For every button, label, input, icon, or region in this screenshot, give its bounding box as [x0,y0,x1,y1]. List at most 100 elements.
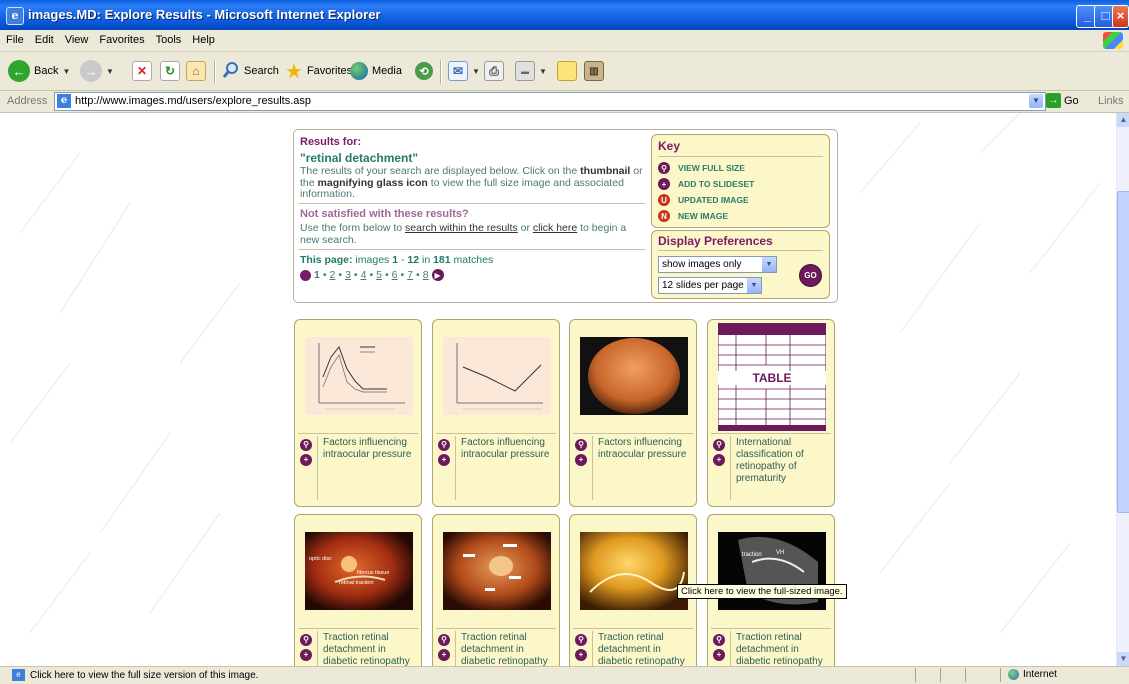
page-link[interactable]: 4 [361,269,367,281]
page-link[interactable]: 7 [407,269,413,281]
menu-favorites[interactable]: Favorites [93,30,149,46]
magnifier-icon[interactable]: ⚲ [713,634,725,646]
scroll-thumb[interactable] [1117,191,1129,513]
magnifier-icon[interactable]: ⚲ [438,634,450,646]
edit-button[interactable]: ▬ ▼ [515,60,547,82]
desc-thumbnail: thumbnail [580,165,631,177]
key-label: UPDATED IMAGE [678,195,749,205]
dropdown-arrow-icon: ▼ [472,66,480,76]
fundus-photo-thumbnail[interactable]: optic disc fibrous tissue retinal tracti… [305,532,413,610]
use-or: or [517,222,533,234]
links-button[interactable]: Links [1098,95,1124,107]
key-title: Key [658,139,681,153]
key-label: ADD TO SLIDESET [678,179,755,189]
desc-text: The results of your search are displayed… [300,165,578,177]
scroll-down-icon[interactable]: ▼ [1117,652,1129,666]
add-to-slideset-icon[interactable]: + [713,649,725,661]
click-here-link[interactable]: click here [533,222,577,234]
next-page-icon[interactable]: ▶ [431,269,444,281]
add-to-slideset-icon[interactable]: + [300,454,312,466]
menu-view[interactable]: View [59,30,94,46]
window-title: images.MD: Explore Results - Microsoft I… [28,7,381,22]
stop-icon: ✕ [132,61,152,81]
menu-help[interactable]: Help [186,30,220,46]
page-content: Results for: "retinal detachment" The re… [0,113,1116,666]
key-panel: Key ⚲ VIEW FULL SIZE + ADD TO SLIDESET U UP… [651,134,830,228]
chart-thumbnail[interactable] [305,337,413,415]
search-button[interactable]: Search [222,60,279,82]
view-mode-select[interactable]: show images only ▼ [658,256,777,273]
add-to-slideset-icon[interactable]: + [438,649,450,661]
history-button[interactable]: ⟲ [415,60,433,82]
chart-thumbnail[interactable] [443,337,551,415]
add-to-slideset-icon[interactable]: + [438,454,450,466]
go-button[interactable]: → Go [1046,93,1079,108]
close-button[interactable]: × [1112,5,1129,28]
magnifier-icon[interactable]: ⚲ [575,439,587,451]
page-link[interactable]: 3 [345,269,351,281]
page-summary: This page: images 1 - 12 in 181 matches [300,254,493,266]
media-button[interactable]: Media [350,60,402,82]
ie-page-icon: e [57,94,71,108]
magnifier-icon[interactable]: ⚲ [300,634,312,646]
refresh-icon: ↻ [160,61,180,81]
not-satisfied-heading: Not satisfied with these results? [300,208,469,220]
magnifier-icon[interactable]: ⚲ [575,634,587,646]
research-button[interactable]: ▥ [584,60,604,82]
mail-button[interactable]: ✉ ▼ [448,60,480,82]
media-icon [350,62,368,80]
research-books-icon: ▥ [584,61,604,81]
divider [298,249,645,250]
page-link[interactable]: 5 [376,269,382,281]
chevron-down-icon: ▼ [762,257,776,272]
address-dropdown-icon[interactable]: ▼ [1029,94,1043,108]
fundus-photo-thumbnail[interactable] [580,532,688,610]
forward-button[interactable]: → ▼ [80,60,114,82]
divider [298,628,418,629]
magnifier-icon[interactable]: ⚲ [438,439,450,451]
status-text: Click here to view the full size version… [30,670,259,681]
page-link[interactable]: 8 [423,269,429,281]
use-text: Use the form below to [300,222,406,234]
divider [436,628,556,629]
slides-per-page-select[interactable]: 12 slides per page ▼ [658,277,762,294]
divider [592,631,593,666]
back-button[interactable]: ← Back ▼ [8,60,70,82]
divider [573,628,693,629]
go-label: Go [1064,94,1079,107]
print-button[interactable]: ⎙ [484,60,504,82]
menu-tools[interactable]: Tools [150,30,187,46]
divider [455,436,456,500]
refresh-button[interactable]: ↻ [160,60,180,82]
in-word: in [419,254,434,266]
address-input[interactable]: e http://www.images.md/users/explore_res… [54,92,1046,111]
page-link[interactable]: 2 [330,269,336,281]
vertical-scrollbar[interactable]: ▲ ▼ [1116,113,1129,666]
scroll-up-icon[interactable]: ▲ [1117,113,1129,127]
dropdown-arrow-icon: ▼ [539,66,547,76]
add-to-slideset-icon[interactable]: + [713,454,725,466]
add-to-slideset-icon[interactable]: + [575,454,587,466]
menu-edit[interactable]: Edit [29,30,59,46]
menu-file[interactable]: File [0,30,29,46]
table-label: TABLE [718,371,826,385]
card-caption: Traction retinal detachment in diabetic … [598,632,685,666]
discuss-button[interactable] [557,60,577,82]
security-zone: Internet [1008,669,1057,680]
magnifier-icon[interactable]: ⚲ [713,439,725,451]
stop-button[interactable]: ✕ [132,60,152,82]
page-link[interactable]: 6 [392,269,398,281]
thumb-label: optic disc [309,556,332,562]
media-label: Media [372,65,402,77]
go-button[interactable]: GO [799,264,822,287]
magnifier-icon[interactable]: ⚲ [300,439,312,451]
add-to-slideset-icon[interactable]: + [575,649,587,661]
card-caption: Factors influencing intraocular pressure [323,437,412,460]
home-button[interactable]: ⌂ [186,60,206,82]
fundus-photo-thumbnail[interactable] [580,337,688,415]
favorites-button[interactable]: ★ Favorites [285,60,352,83]
fundus-photo-thumbnail[interactable] [443,532,551,610]
search-within-link[interactable]: search within the results [405,222,518,234]
results-description: The results of your search are displayed… [300,165,645,201]
add-to-slideset-icon[interactable]: + [300,649,312,661]
